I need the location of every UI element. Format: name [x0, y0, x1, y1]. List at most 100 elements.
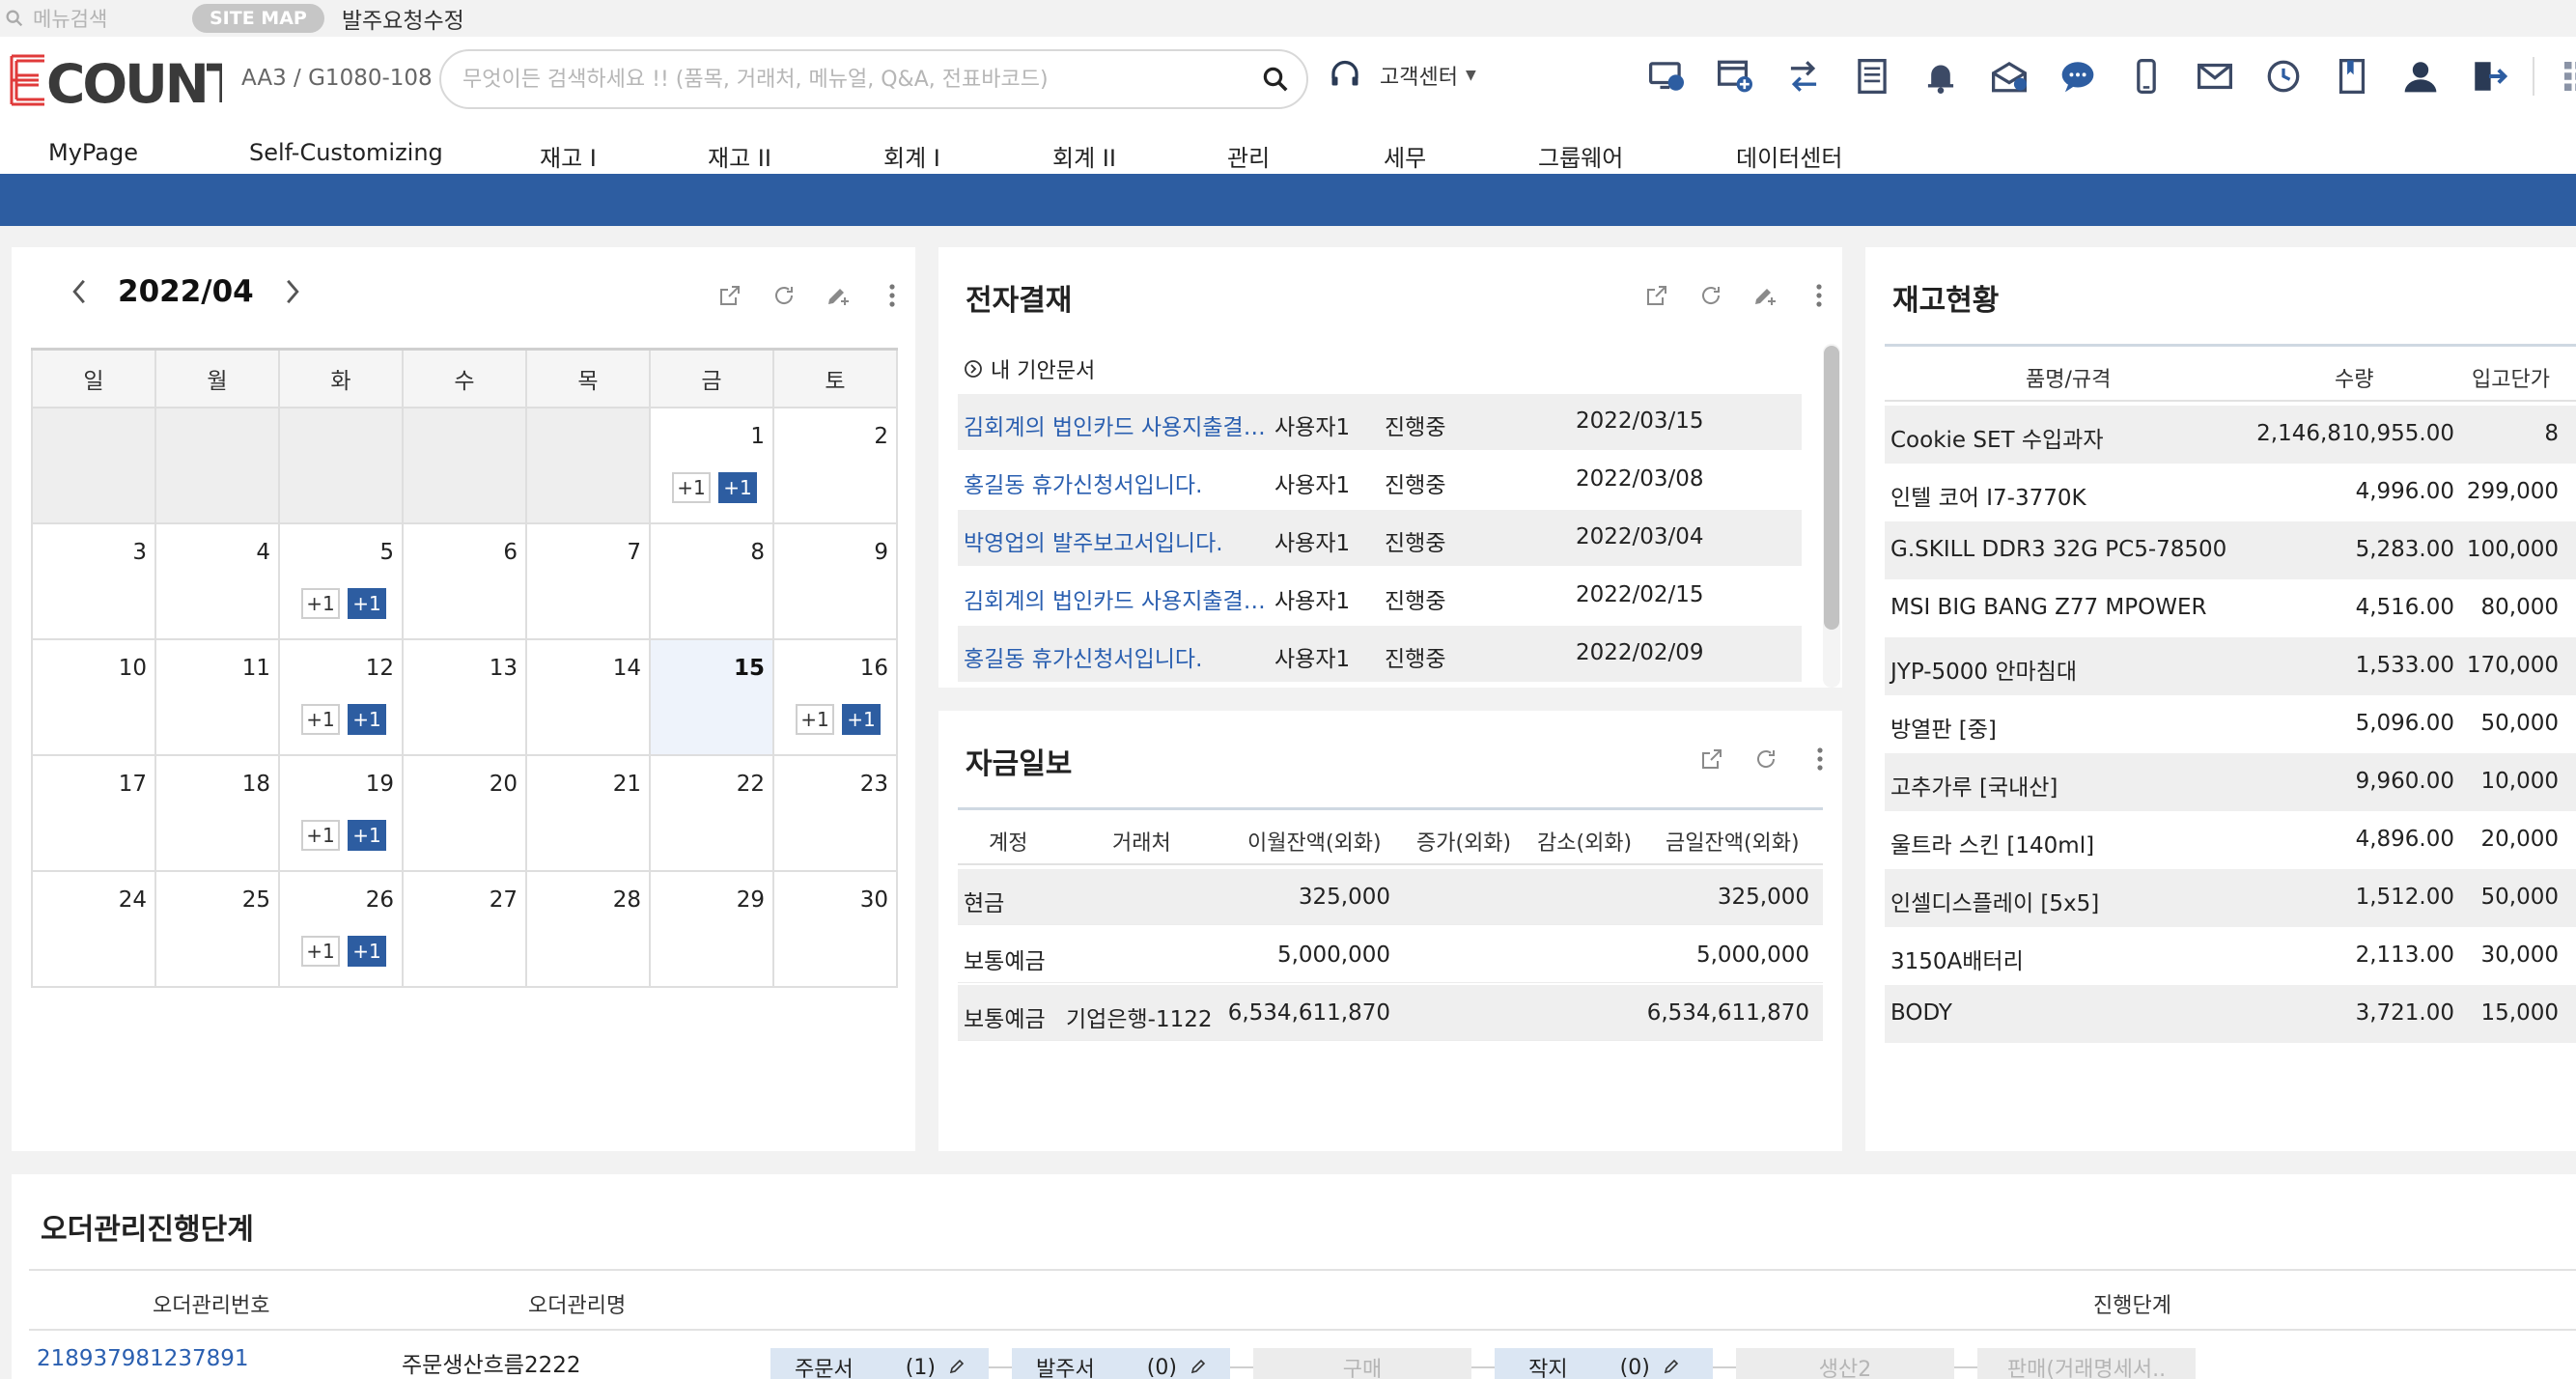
global-search-input[interactable] [441, 51, 1245, 107]
calendar-day[interactable]: 1 +1 +1 [649, 406, 774, 524]
calendar-day[interactable]: 25 [154, 869, 280, 988]
popout-button[interactable] [703, 276, 757, 315]
approval-scrollbar-thumb[interactable] [1824, 346, 1839, 630]
sitemap-button[interactable]: SITE MAP [192, 4, 324, 33]
approval-doc-link[interactable]: 홍길동 휴가신청서입니다. [964, 466, 1202, 499]
customer-center-menu[interactable]: 고객센터 ▼ [1328, 58, 1476, 93]
calendar-day[interactable]: 3 [31, 521, 156, 640]
bell-icon[interactable] [1906, 54, 1974, 98]
event-count-badge[interactable]: +1 [348, 935, 386, 967]
event-count-badge[interactable]: +1 [718, 471, 757, 503]
calendar-day[interactable]: 16 +1 +1 [772, 637, 898, 756]
refresh-button[interactable] [757, 276, 811, 315]
order-stage[interactable]: 판매(거래명세서.. [1977, 1348, 2196, 1379]
calendar-day[interactable]: 8 [649, 521, 774, 640]
calendar-day[interactable]: 9 [772, 521, 898, 640]
approval-doc-link[interactable]: 김회계의 법인카드 사용지출결… [964, 582, 1266, 615]
pencil-icon[interactable] [1190, 1356, 1206, 1379]
nav-management[interactable]: 관리 [1227, 139, 1270, 173]
order-stage[interactable]: 구매 [1253, 1348, 1471, 1379]
calendar-day[interactable]: 17 [31, 753, 156, 872]
calendar-day[interactable]: 12 +1 +1 [278, 637, 404, 756]
pencil-icon[interactable] [1664, 1356, 1679, 1379]
calendar-day[interactable]: 15 [649, 637, 774, 756]
order-number-link[interactable]: 218937981237891 [37, 1346, 249, 1371]
order-stage[interactable]: 작지 (0) [1495, 1348, 1713, 1379]
calendar-day[interactable]: 10 [31, 637, 156, 756]
nav-mypage[interactable]: MyPage [48, 139, 138, 166]
order-stage[interactable]: 주문서 (1) [770, 1348, 989, 1379]
transfer-icon[interactable] [1769, 54, 1837, 98]
approval-doc-link[interactable]: 박영업의 발주보고서입니다. [964, 524, 1223, 557]
nav-accounting-1[interactable]: 회계 I [883, 139, 940, 173]
schedule-count-badge[interactable]: +1 [301, 935, 340, 967]
order-stage[interactable]: 발주서 (0) [1012, 1348, 1230, 1379]
event-count-badge[interactable]: +1 [348, 587, 386, 619]
nav-tax[interactable]: 세무 [1384, 139, 1426, 173]
approval-doc-link[interactable]: 홍길동 휴가신청서입니다. [964, 640, 1202, 673]
refresh-button[interactable] [1684, 276, 1738, 315]
more-button[interactable] [1792, 276, 1846, 315]
calendar-day[interactable]: 28 [525, 869, 651, 988]
envelope-open-icon[interactable] [1974, 54, 2043, 98]
calendar-day[interactable]: 14 [525, 637, 651, 756]
bookmark-icon[interactable] [2317, 54, 2386, 98]
calendar-day[interactable]: 20 [402, 753, 527, 872]
approval-doc-link[interactable]: 김회계의 법인카드 사용지출결… [964, 408, 1266, 441]
calendar-day[interactable]: 11 [154, 637, 280, 756]
nav-self-customizing[interactable]: Self-Customizing [249, 139, 443, 166]
edit-add-button[interactable] [1738, 276, 1792, 315]
ecount-logo[interactable]: COUNT [8, 52, 222, 108]
schedule-count-badge[interactable]: +1 [301, 587, 340, 619]
calendar-day[interactable]: 30 [772, 869, 898, 988]
edit-add-button[interactable] [811, 276, 865, 315]
mobile-icon[interactable] [2112, 54, 2180, 98]
logout-icon[interactable] [2454, 54, 2523, 98]
refresh-button[interactable] [1739, 740, 1793, 778]
order-stage[interactable]: 생산2 [1736, 1348, 1954, 1379]
document-list-icon[interactable] [1837, 54, 1906, 98]
popout-button[interactable] [1630, 276, 1684, 315]
event-count-badge[interactable]: +1 [348, 819, 386, 851]
event-count-badge[interactable]: +1 [842, 703, 881, 735]
calendar-day[interactable]: 24 [31, 869, 156, 988]
calendar-day[interactable]: 6 [402, 521, 527, 640]
nav-groupware[interactable]: 그룹웨어 [1538, 139, 1623, 173]
calendar-day[interactable]: 29 [649, 869, 774, 988]
event-count-badge[interactable]: +1 [348, 703, 386, 735]
calendar-day[interactable]: 21 [525, 753, 651, 872]
nav-inventory-1[interactable]: 재고 I [540, 139, 597, 173]
menu-search[interactable]: 메뉴검색 [0, 0, 179, 37]
more-button[interactable] [865, 276, 919, 315]
schedule-count-badge[interactable]: +1 [301, 703, 340, 735]
search-button[interactable] [1245, 65, 1306, 94]
window-add-icon[interactable] [1700, 54, 1769, 98]
popout-button[interactable] [1685, 740, 1739, 778]
user-icon[interactable] [2386, 54, 2454, 98]
my-drafts-toggle[interactable]: 내 기안문서 [964, 353, 1095, 384]
calendar-day[interactable]: 23 [772, 753, 898, 872]
calendar-day[interactable]: 18 [154, 753, 280, 872]
calendar-day[interactable]: 27 [402, 869, 527, 988]
nav-accounting-2[interactable]: 회계 II [1052, 139, 1116, 173]
next-month-button[interactable] [281, 276, 304, 307]
calendar-day[interactable]: 22 [649, 753, 774, 872]
schedule-count-badge[interactable]: +1 [301, 819, 340, 851]
monitor-icon[interactable] [1632, 54, 1700, 98]
calendar-day[interactable]: 7 [525, 521, 651, 640]
calendar-day[interactable]: 2 [772, 406, 898, 524]
more-button[interactable] [1793, 740, 1847, 778]
calendar-day[interactable]: 26 +1 +1 [278, 869, 404, 988]
grid-menu-icon[interactable] [2544, 54, 2576, 98]
chat-icon[interactable] [2043, 54, 2112, 98]
calendar-day[interactable]: 5 +1 +1 [278, 521, 404, 640]
schedule-count-badge[interactable]: +1 [796, 703, 834, 735]
request-edit-tab[interactable]: 발주요청수정 [342, 2, 464, 35]
calendar-day[interactable]: 13 [402, 637, 527, 756]
pencil-icon[interactable] [949, 1356, 965, 1379]
clock-icon[interactable] [2249, 54, 2317, 98]
nav-inventory-2[interactable]: 재고 II [708, 139, 771, 173]
calendar-day[interactable]: 4 [154, 521, 280, 640]
prev-month-button[interactable] [68, 276, 91, 307]
calendar-day[interactable]: 19 +1 +1 [278, 753, 404, 872]
